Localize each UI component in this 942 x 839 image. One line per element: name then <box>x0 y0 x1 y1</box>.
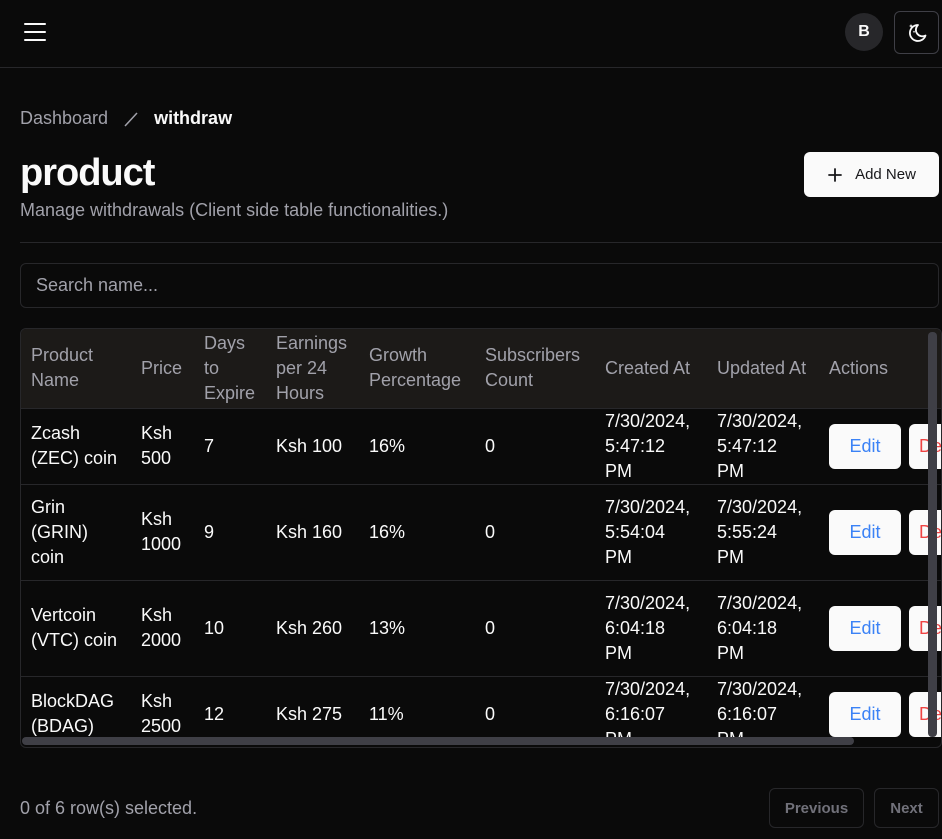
column-header[interactable]: Growth Percentage <box>359 329 475 408</box>
page-title: product <box>20 152 155 194</box>
price-cell: Ksh 2000 <box>131 579 194 676</box>
breadcrumb-dashboard[interactable]: Dashboard <box>20 108 108 129</box>
growth-cell: 13% <box>359 579 475 676</box>
updated-at-cell: 7/30/2024, 6:04:18 PM <box>707 579 819 676</box>
selected-rows-info: 0 of 6 row(s) selected. <box>20 798 198 818</box>
column-header: Actions <box>829 357 889 378</box>
delete-button[interactable]: Delete <box>909 605 941 651</box>
hamburger-menu-icon[interactable] <box>22 20 48 44</box>
column-header[interactable]: Subscribers Count <box>475 329 595 408</box>
actions-cell: EditDelete <box>819 579 941 676</box>
edit-button[interactable]: Edit <box>829 509 901 555</box>
page-description: Manage withdrawals (Client side table fu… <box>20 200 449 220</box>
actions-cell: EditDelete <box>819 483 941 580</box>
column-header[interactable]: Price <box>131 329 194 408</box>
table-header-row: Product Name Price Days to Expire Earnin… <box>21 329 941 408</box>
breadcrumb-withdraw: withdraw <box>154 108 233 128</box>
vertical-scrollbar[interactable] <box>928 332 937 737</box>
growth-cell: 16% <box>359 483 475 580</box>
updated-at-cell: 7/30/2024, 5:55:24 PM <box>707 483 819 580</box>
actions-cell: EditDelete <box>819 407 941 484</box>
divider <box>20 242 942 243</box>
breadcrumb: Dashboard withdraw <box>20 108 232 129</box>
horizontal-scrollbar[interactable] <box>22 737 854 745</box>
search-input[interactable] <box>20 263 939 308</box>
column-header[interactable]: Product Name <box>21 329 131 408</box>
table-row: Zcash (ZEC) coin Ksh 500 7 Ksh 100 16% 0… <box>21 407 941 484</box>
product-name-cell: Vertcoin (VTC) coin <box>21 579 131 676</box>
earnings-cell: Ksh 100 <box>266 407 359 484</box>
add-new-button[interactable]: Add New <box>804 152 939 197</box>
slash-separator-icon <box>122 110 140 128</box>
earnings-cell: Ksh 160 <box>266 483 359 580</box>
days-cell: 10 <box>194 579 266 676</box>
growth-cell: 16% <box>359 407 475 484</box>
add-new-label: Add New <box>855 166 916 183</box>
edit-button[interactable]: Edit <box>829 691 901 737</box>
days-cell: 7 <box>194 407 266 484</box>
created-at-cell: 7/30/2024, 5:54:04 PM <box>595 483 707 580</box>
previous-page-button[interactable]: Previous <box>769 788 864 828</box>
next-page-button[interactable]: Next <box>874 788 939 828</box>
subscribers-cell: 0 <box>475 407 595 484</box>
product-name-cell: Zcash (ZEC) coin <box>21 407 131 484</box>
created-at-cell: 7/30/2024, 6:04:18 PM <box>595 579 707 676</box>
table-row: Grin (GRIN) coin Ksh 1000 9 Ksh 160 16% … <box>21 483 941 580</box>
edit-button[interactable]: Edit <box>829 423 901 469</box>
theme-toggle-button[interactable] <box>894 11 939 54</box>
subscribers-cell: 0 <box>475 579 595 676</box>
days-cell: 9 <box>194 483 266 580</box>
top-bar: B <box>0 0 942 68</box>
products-table-container: Product Name Price Days to Expire Earnin… <box>20 328 942 748</box>
subscribers-cell: 0 <box>475 483 595 580</box>
avatar[interactable]: B <box>845 13 883 51</box>
moon-stars-icon <box>908 23 926 42</box>
created-at-cell: 7/30/2024, 5:47:12 PM <box>595 407 707 484</box>
column-header[interactable]: Days to Expire <box>194 329 266 408</box>
delete-button[interactable]: Delete <box>909 423 941 469</box>
column-header[interactable]: Created At <box>595 329 707 408</box>
earnings-cell: Ksh 260 <box>266 579 359 676</box>
edit-button[interactable]: Edit <box>829 605 901 651</box>
plus-icon <box>828 167 842 182</box>
table-row: Vertcoin (VTC) coin Ksh 2000 10 Ksh 260 … <box>21 579 941 676</box>
column-header[interactable]: Updated At <box>707 329 819 408</box>
column-header[interactable]: Earnings per 24 Hours <box>266 329 359 408</box>
delete-button[interactable]: Delete <box>909 691 941 737</box>
price-cell: Ksh 500 <box>131 407 194 484</box>
products-table: Product Name Price Days to Expire Earnin… <box>21 329 941 747</box>
product-name-cell: Grin (GRIN) coin <box>21 483 131 580</box>
price-cell: Ksh 1000 <box>131 483 194 580</box>
updated-at-cell: 7/30/2024, 5:47:12 PM <box>707 407 819 484</box>
delete-button[interactable]: Delete <box>909 509 941 555</box>
